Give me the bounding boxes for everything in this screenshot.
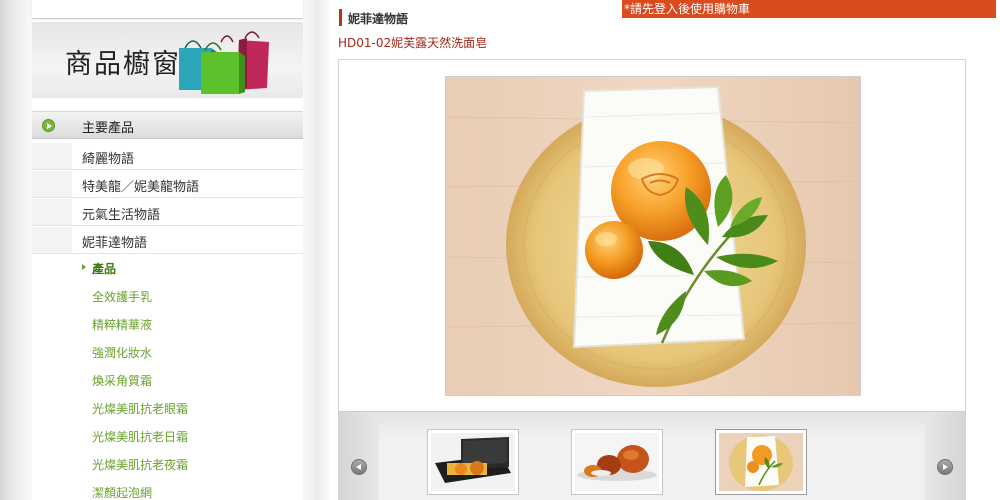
category-item[interactable]: 妮菲達物語 (32, 227, 303, 254)
thumbnail-prev-area[interactable] (339, 412, 379, 500)
thumbnail-soap-plate[interactable] (715, 429, 807, 495)
main-products-header[interactable]: 主要產品 (32, 111, 303, 139)
product-image-viewer (338, 59, 966, 500)
soap-photo (446, 77, 860, 395)
subcategory-label: 精粹精華液 (92, 318, 153, 332)
login-notice[interactable]: *請先登入後使用購物車 (622, 0, 996, 18)
main-products-label: 主要產品 (82, 121, 135, 136)
gift-box-thumbnail (431, 433, 515, 491)
subcategory-item[interactable]: 潔顏起泡網 (32, 478, 303, 500)
sidebar: 商品櫥窗 主要產品 綺麗物語 特美龍／妮美龍物語 元氣生活物語 妮菲達物語 產品 (32, 0, 303, 500)
subcategory-label: 光燦美肌抗老日霜 (92, 430, 189, 444)
page-heading: 妮菲達物語 (348, 12, 409, 26)
soap-plate-thumbnail (719, 433, 803, 491)
soap-bars-thumbnail (575, 433, 659, 491)
category-item[interactable]: 元氣生活物語 (32, 199, 303, 226)
subcategory-label: 光燦美肌抗老眼霜 (92, 402, 189, 416)
thumbnail-gift-box[interactable] (427, 429, 519, 495)
shopping-bags-icon (179, 31, 269, 94)
subcategory-item[interactable]: 強潤化妝水 (32, 338, 303, 366)
main-product-image (445, 76, 861, 396)
thumbnail-strip (339, 411, 965, 500)
thumbnail-next-area[interactable] (925, 412, 965, 500)
triangle-right-icon (82, 264, 86, 270)
arrow-circle-icon (42, 119, 55, 132)
thumbnail-soap-bars[interactable] (571, 429, 663, 495)
subcategory-item[interactable]: 煥采角質霜 (32, 366, 303, 394)
category-item[interactable]: 特美龍／妮美龍物語 (32, 171, 303, 198)
category-label: 綺麗物語 (82, 152, 135, 167)
heading-accent-bar (339, 9, 342, 26)
subcategory-item-active[interactable]: 產品 (32, 254, 303, 282)
subcategory-label: 煥采角質霜 (92, 374, 153, 388)
category-label: 特美龍／妮美龍物語 (82, 180, 200, 195)
subcategory-item[interactable]: 光燦美肌抗老日霜 (32, 422, 303, 450)
banner-title: 商品櫥窗 (65, 49, 181, 80)
category-label: 妮菲達物語 (82, 236, 148, 251)
subcategory-label: 強潤化妝水 (92, 346, 153, 360)
chevron-left-icon[interactable] (351, 459, 367, 475)
sidebar-top-box (32, 0, 303, 19)
subcategory-item[interactable]: 全效護手乳 (32, 282, 303, 310)
subcategory-label: 產品 (92, 262, 117, 276)
subcategory-label: 全效護手乳 (92, 290, 153, 304)
category-item[interactable]: 綺麗物語 (32, 143, 303, 170)
product-name: HD01-02妮芙露天然洗面皂 (338, 36, 488, 50)
category-label: 元氣生活物語 (82, 208, 161, 223)
subcategory-item[interactable]: 光燦美肌抗老眼霜 (32, 394, 303, 422)
chevron-right-icon[interactable] (937, 459, 953, 475)
subcategory-item[interactable]: 精粹精華液 (32, 310, 303, 338)
subcategory-item[interactable]: 光燦美肌抗老夜霜 (32, 450, 303, 478)
subcategory-label: 光燦美肌抗老夜霜 (92, 458, 189, 472)
subcategory-label: 潔顏起泡網 (92, 486, 153, 500)
product-showcase-banner: 商品櫥窗 (32, 22, 303, 98)
